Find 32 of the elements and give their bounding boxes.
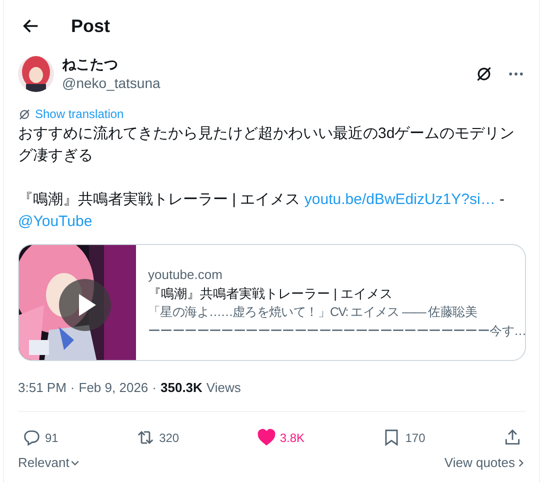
share-button[interactable] [502,428,522,447]
card-title: 『鳴潮』共鳴者実戦トレーラー | エイメス [148,284,394,302]
views-count: 350.3K [160,380,202,394]
bookmark-button[interactable]: 170 [382,428,426,447]
separator-dot: · [70,380,75,394]
share-icon [502,428,522,447]
views-label: Views [206,380,241,394]
repost-button[interactable]: 320 [136,428,180,447]
avatar[interactable] [18,56,54,92]
card-domain: youtube.com [148,266,224,284]
author-name[interactable]: ねこたつ [62,55,475,74]
link-card[interactable]: youtube.com 『鳴潮』共鳴者実戦トレーラー | エイメス 「星の海よ……虚ろを焼いて！」CV: エイメス —— 佐藤聡美 ーーーーーーーーーーーーーーーーーーーーーーーーーーーー今す… [18,244,526,361]
play-button[interactable] [59,279,111,331]
view-quotes-link[interactable]: View quotes [444,455,526,470]
like-button[interactable]: 3.8K [256,428,305,447]
author-handle[interactable]: @neko_tatsuna [62,74,475,93]
page-title: Post [71,16,110,36]
chevron-right-icon [516,458,526,468]
speech-bubble-icon [22,428,41,447]
repost-icon [136,428,156,447]
separator-dot: · [152,380,156,394]
reply-button[interactable]: 91 [22,428,58,447]
post-time[interactable]: 3:51 PM [18,380,66,394]
translate-icon [18,108,31,120]
card-description: ーーーーーーーーーーーーーーーーーーーーーーーーーーーー今す… [148,322,525,340]
post-text: - [498,191,505,208]
heart-icon [256,428,276,447]
card-description: 「星の海よ……虚ろを焼いて！」CV: エイメス —— 佐藤聡美 [148,304,478,320]
post-text: おすすめに流れてきたから見たけど超かわいい最近の3dゲームのモデリング凄すぎる [18,125,515,164]
post-date[interactable]: Feb 9, 2026 [78,380,148,394]
post-text: 『鳴潮』共鳴者実戦トレーラー | エイメス [18,191,302,208]
sort-dropdown[interactable]: Relevant [18,455,80,470]
